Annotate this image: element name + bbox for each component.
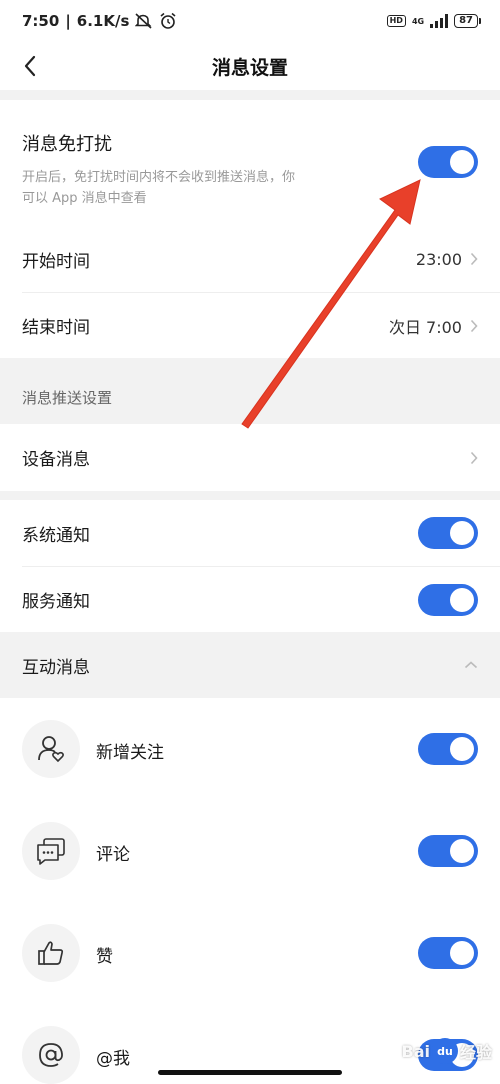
at-icon <box>22 1026 80 1084</box>
device-chevron-wrap <box>470 451 478 465</box>
start-time-value-wrap: 23:00 <box>416 250 478 269</box>
interaction-item-label: 评论 <box>96 845 130 865</box>
new-follow-toggle[interactable] <box>418 733 478 765</box>
chevron-up-icon <box>464 661 478 669</box>
status-bar: 7:50 | 6.1K/s HD 4G 87 <box>0 0 500 42</box>
dnd-card: 消息免打扰 开启后，免打扰时间内将不会收到推送消息，你 可以 App 消息中查看… <box>0 100 500 358</box>
end-time-value-wrap: 次日 7:00 <box>389 314 478 338</box>
dnd-desc-line1: 开启后，免打扰时间内将不会收到推送消息，你 <box>22 170 296 185</box>
dnd-desc-line2: 可以 App 消息中查看 <box>22 191 147 206</box>
comment-icon <box>22 822 80 880</box>
start-time-value: 23:00 <box>415 249 462 269</box>
system-notice-label: 系统通知 <box>22 525 90 546</box>
end-time-label: 结束时间 <box>22 318 90 338</box>
status-right: HD 4G 87 <box>386 14 481 28</box>
service-notice-label: 服务通知 <box>22 592 90 612</box>
chevron-right-icon <box>470 319 478 332</box>
mute-icon <box>135 13 152 29</box>
signal-icon <box>430 14 449 28</box>
toggle-knob <box>450 839 474 863</box>
dnd-title: 消息免打扰 <box>22 134 112 155</box>
toggle-knob <box>450 588 474 612</box>
battery-icon: 87 <box>454 14 481 28</box>
toggle-knob <box>450 521 474 545</box>
interaction-item-label: 新增关注 <box>96 743 164 763</box>
alarm-icon <box>160 12 176 29</box>
status-left: 7:50 | 6.1K/s <box>22 12 177 30</box>
start-time-row[interactable]: 开始时间 23:00 <box>0 226 500 292</box>
chevron-right-icon <box>470 451 478 464</box>
dnd-description: 开启后，免打扰时间内将不会收到推送消息，你 可以 App 消息中查看 <box>22 167 295 209</box>
status-separator: | <box>65 12 71 30</box>
net-type: 4G <box>411 16 425 26</box>
toggle-knob <box>450 941 474 965</box>
back-button[interactable] <box>14 50 46 82</box>
page-title: 消息设置 <box>211 56 288 79</box>
status-time: 7:50 <box>22 12 60 30</box>
interaction-title: 互动消息 <box>22 657 90 678</box>
paw-icon: du <box>431 1038 458 1064</box>
device-card: 设备消息 <box>0 424 500 491</box>
nav-bar: 消息设置 <box>0 42 500 90</box>
watermark-brand-suffix: 经验 <box>459 1043 492 1062</box>
device-message-row[interactable]: 设备消息 <box>0 424 500 491</box>
user-heart-icon <box>22 720 80 778</box>
start-time-label: 开始时间 <box>22 251 90 272</box>
comment-toggle[interactable] <box>418 835 478 867</box>
chevron-right-icon <box>470 252 478 266</box>
dnd-toggle[interactable] <box>418 146 478 178</box>
toggle-knob <box>450 737 474 761</box>
watermark-logo: Bai du 经验 <box>401 1038 492 1064</box>
notification-card: 系统通知 服务通知 <box>0 500 500 632</box>
push-section-title: 消息推送设置 <box>22 389 113 407</box>
interaction-header[interactable]: 互动消息 <box>0 632 500 698</box>
interaction-collapse-wrap <box>464 661 478 669</box>
interaction-item-label: @我 <box>96 1049 130 1069</box>
chevron-left-icon <box>24 55 36 77</box>
system-notice-toggle[interactable] <box>418 517 478 549</box>
toggle-knob <box>450 150 474 174</box>
service-notice-toggle[interactable] <box>418 584 478 616</box>
watermark-brand: Bai <box>401 1041 430 1061</box>
end-time-row[interactable]: 结束时间 次日 7:00 <box>0 293 500 358</box>
end-time-value: 次日 7:00 <box>388 317 462 337</box>
home-indicator[interactable] <box>158 1070 342 1075</box>
hd-badge: HD <box>386 15 406 27</box>
status-net-speed: 6.1K/s <box>76 12 130 30</box>
like-toggle[interactable] <box>418 937 478 969</box>
thumbs-up-icon <box>22 924 80 982</box>
interaction-item-label: 赞 <box>96 947 113 967</box>
device-message-label: 设备消息 <box>22 450 90 470</box>
interaction-card: 新增关注 评论 赞 @我 <box>0 698 500 1084</box>
